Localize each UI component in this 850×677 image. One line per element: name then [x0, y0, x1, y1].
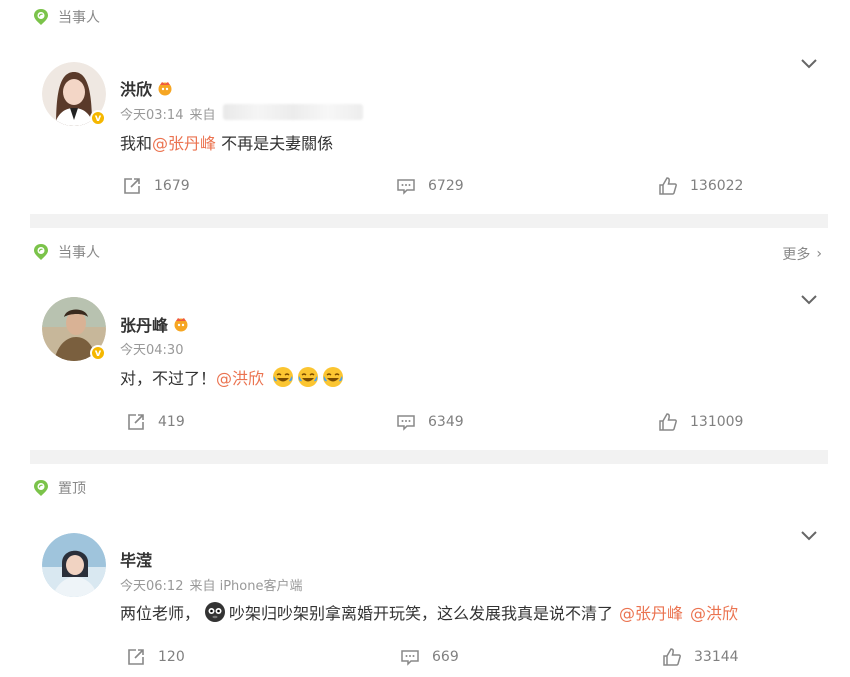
thumbs-up-icon: [659, 177, 677, 195]
mention-link[interactable]: @洪欣: [216, 365, 264, 389]
like-count: 33144: [694, 649, 739, 665]
post-divider: [30, 214, 828, 228]
post3-tag: 置顶: [32, 477, 86, 499]
comment-count: 6729: [428, 178, 464, 194]
more-label: 更多: [782, 247, 811, 263]
content-text: 吵架归吵架别拿离婚开玩笑，这么发展我真是说不清了: [229, 604, 614, 623]
content-text: 两位老师，: [120, 604, 201, 623]
post-actions: 1679 6729 136022: [0, 176, 850, 198]
repost-button[interactable]: 1679: [122, 176, 190, 196]
laugh-cry-emoji-icon: [298, 367, 319, 387]
tag-label: 当事人: [58, 10, 100, 26]
post-content: 对，不过了！ @洪欣: [120, 365, 344, 389]
doge-emoji-icon: [205, 602, 226, 622]
repost-button[interactable]: 419: [126, 412, 185, 432]
location-pin-icon: [34, 9, 48, 25]
post-actions: 120 669 33144: [0, 647, 850, 669]
like-button[interactable]: 136022: [658, 176, 743, 196]
post-source[interactable]: 来自 iPhone客户端: [189, 575, 302, 594]
repost-count: 419: [158, 414, 185, 430]
post-time[interactable]: 今天04:30: [120, 339, 183, 358]
post-time[interactable]: 今天06:12: [120, 575, 183, 594]
repost-count: 1679: [154, 178, 190, 194]
like-count: 131009: [690, 414, 744, 430]
avatar-image: [42, 533, 106, 597]
comment-count: 669: [432, 649, 459, 665]
avatar[interactable]: v: [42, 297, 106, 361]
chevron-down-icon[interactable]: [800, 294, 818, 306]
mention-link[interactable]: @张丹峰: [152, 130, 216, 154]
location-pin-icon: [34, 480, 48, 496]
crown-badge-icon: [174, 318, 188, 332]
thumbs-up-icon: [663, 648, 681, 666]
mention-link[interactable]: @洪欣: [690, 600, 738, 624]
comment-button[interactable]: 669: [400, 647, 459, 667]
content-text: 不再是夫妻關係: [216, 134, 334, 153]
laugh-cry-emoji-icon: [323, 367, 344, 387]
comment-button[interactable]: 6729: [396, 176, 464, 196]
post-source: 来自: [189, 108, 216, 123]
tag-label: 置顶: [58, 481, 86, 497]
share-icon: [128, 414, 144, 430]
post-divider: [30, 450, 828, 464]
comment-count: 6349: [428, 414, 464, 430]
post2-tag: 当事人: [32, 241, 100, 263]
avatar[interactable]: v: [42, 62, 106, 126]
repost-count: 120: [158, 649, 185, 665]
chevron-down-icon[interactable]: [800, 58, 818, 70]
laugh-cry-emoji-icon: [273, 367, 294, 387]
share-icon: [128, 649, 144, 665]
like-button[interactable]: 131009: [658, 412, 743, 432]
repost-button[interactable]: 120: [126, 647, 185, 667]
like-button[interactable]: 33144: [662, 647, 739, 667]
location-pin-icon: [34, 244, 48, 260]
like-count: 136022: [690, 178, 744, 194]
comment-button[interactable]: 6349: [396, 412, 464, 432]
avatar[interactable]: [42, 533, 106, 597]
share-icon: [124, 178, 140, 194]
verified-badge-icon: v: [90, 110, 106, 126]
mention-link[interactable]: @张丹峰: [619, 600, 683, 624]
author-name[interactable]: 毕滢: [120, 547, 152, 571]
content-text: 我和: [120, 134, 153, 153]
post-time[interactable]: 今天03:14: [120, 104, 183, 123]
author-name[interactable]: 张丹峰: [120, 312, 168, 336]
comment-icon: [397, 415, 415, 431]
crown-badge-icon: [158, 82, 172, 96]
chevron-down-icon[interactable]: [800, 530, 818, 542]
post-content: 我和 @张丹峰 不再是夫妻關係: [120, 130, 333, 154]
thumbs-up-icon: [659, 413, 677, 431]
author-name[interactable]: 洪欣: [120, 76, 152, 100]
blurred-source: [223, 104, 364, 120]
post1-tag: 当事人: [32, 6, 100, 28]
content-text: 对，不过了！: [120, 369, 217, 388]
comment-icon: [397, 179, 415, 195]
verified-badge-icon: v: [90, 345, 106, 361]
post-content: 两位老师， 吵架归吵架别拿离婚开玩笑，这么发展我真是说不清了 @张丹峰 @洪欣: [120, 600, 738, 624]
more-link[interactable]: 更多 ›: [782, 244, 822, 264]
comment-icon: [401, 650, 419, 666]
post-actions: 419 6349 131009: [0, 412, 850, 434]
tag-label: 当事人: [58, 245, 100, 261]
chevron-right-icon: ›: [816, 246, 822, 262]
